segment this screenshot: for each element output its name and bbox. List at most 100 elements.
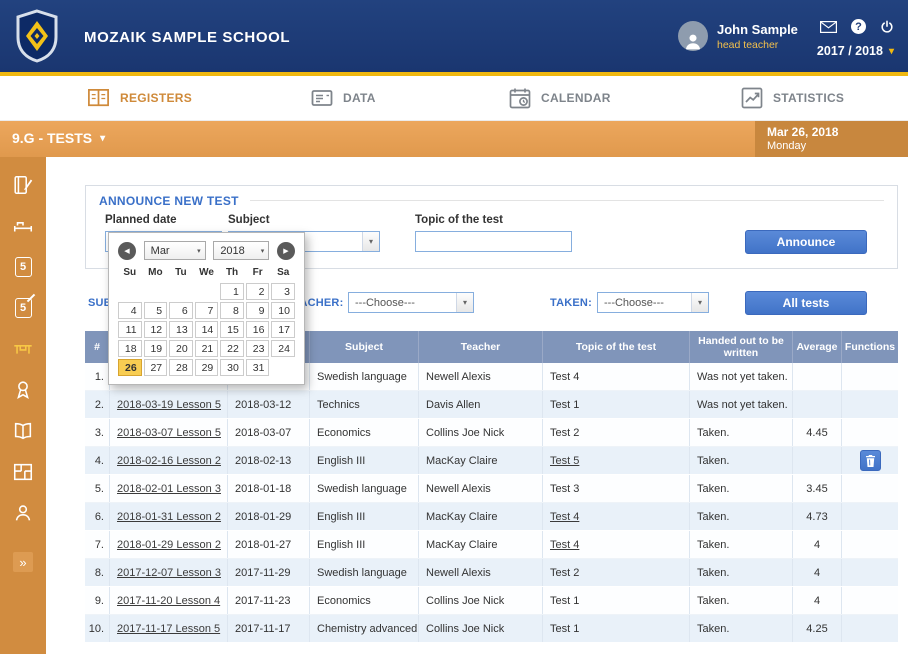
calendar-day[interactable]: 17 xyxy=(271,321,295,338)
tab-data[interactable]: DATA xyxy=(310,86,376,110)
calendar-day[interactable]: 9 xyxy=(246,302,270,319)
calendar-day[interactable]: 20 xyxy=(169,340,193,357)
subject-label: Subject xyxy=(228,214,270,226)
average-cell: 4.73 xyxy=(793,503,842,530)
prev-month-button[interactable]: ◀ xyxy=(118,242,136,260)
planned-date-link[interactable]: 2018-03-07 Lesson 5 xyxy=(117,427,221,439)
calendar-day[interactable]: 6 xyxy=(169,302,193,319)
user-box[interactable]: John Sample head teacher xyxy=(678,21,798,51)
calendar-day[interactable]: 2 xyxy=(246,283,270,300)
calendar-day[interactable]: 1 xyxy=(220,283,244,300)
calendar-week: 4 5 6 7 8 9 10 xyxy=(118,302,295,319)
shield-icon xyxy=(14,9,60,63)
planned-date-link[interactable]: 2018-01-29 Lesson 2 xyxy=(117,539,221,551)
calendar-day[interactable]: 31 xyxy=(246,359,270,376)
all-tests-button[interactable]: All tests xyxy=(745,291,867,315)
functions-cell xyxy=(842,363,898,390)
title-rule xyxy=(250,200,884,201)
topic-link[interactable]: Test 4 xyxy=(550,539,579,551)
planned-date-link[interactable]: 2018-03-19 Lesson 5 xyxy=(117,399,221,411)
calendar-day[interactable]: 4 xyxy=(118,302,142,319)
sidebar-item-certificates[interactable] xyxy=(10,378,36,402)
app-header: MOZAIK SAMPLE SCHOOL John Sample head te… xyxy=(0,0,908,72)
sidebar-item-evaluations[interactable]: 5 xyxy=(10,296,36,320)
topic-link[interactable]: Test 4 xyxy=(550,511,579,523)
teacher-cell: Davis Allen xyxy=(419,391,543,418)
journal-icon xyxy=(12,174,34,196)
filter-teacher-select[interactable]: ---Choose--- ▾ xyxy=(348,292,474,313)
average-cell: 3.45 xyxy=(793,475,842,502)
calendar-day[interactable]: 30 xyxy=(220,359,244,376)
power-icon[interactable] xyxy=(880,20,894,34)
planned-date-link[interactable]: 2018-02-01 Lesson 3 xyxy=(117,483,221,495)
calendar-day[interactable]: 13 xyxy=(169,321,193,338)
calendar-day[interactable]: 15 xyxy=(220,321,244,338)
calendar-day[interactable]: 3 xyxy=(271,283,295,300)
topic-label: Topic of the test xyxy=(415,214,503,226)
datepicker-popup: ◀ Mar ▾ 2018 ▾ ▶ Su Mo Tu We Th Fr Sa xyxy=(108,232,305,385)
topic-cell: Test 1 xyxy=(543,587,690,614)
subject-cell: English III xyxy=(310,531,419,558)
row-number: 3. xyxy=(85,419,110,446)
teacher-cell: MacKay Claire xyxy=(419,531,543,558)
delete-test-button[interactable] xyxy=(860,450,881,471)
year-select[interactable]: 2018 ▾ xyxy=(213,241,269,260)
calendar-day[interactable]: 22 xyxy=(220,340,244,357)
planned-date-link[interactable]: 2017-11-20 Lesson 4 xyxy=(117,595,220,607)
calendar-icon xyxy=(508,86,532,110)
topic-link[interactable]: Test 5 xyxy=(550,455,579,467)
tab-calendar[interactable]: CALENDAR xyxy=(508,86,611,110)
sidebar-item-register[interactable] xyxy=(10,173,36,197)
next-month-button[interactable]: ▶ xyxy=(277,242,295,260)
tab-registers[interactable]: REGISTERS xyxy=(86,86,192,109)
topic-input[interactable] xyxy=(415,231,572,252)
filter-taken-select[interactable]: ---Choose--- ▾ xyxy=(597,292,709,313)
planned-date-link[interactable]: 2018-02-16 Lesson 2 xyxy=(117,455,221,467)
chevron-down-icon: ▾ xyxy=(193,247,205,255)
calendar-day[interactable]: 12 xyxy=(144,321,168,338)
planned-date-link[interactable]: 2018-01-31 Lesson 2 xyxy=(117,511,221,523)
calendar-day[interactable]: 23 xyxy=(246,340,270,357)
tab-calendar-label: CALENDAR xyxy=(541,91,611,105)
statistics-icon xyxy=(740,86,764,110)
mozaik-app: MOZAIK SAMPLE SCHOOL John Sample head te… xyxy=(0,0,908,654)
calendar-day[interactable]: 19 xyxy=(144,340,168,357)
sidebar-item-tests[interactable] xyxy=(10,337,36,361)
calendar-day[interactable]: 18 xyxy=(118,340,142,357)
calendar-day[interactable]: 10 xyxy=(271,302,295,319)
tab-statistics[interactable]: STATISTICS xyxy=(740,86,844,110)
chevron-down-icon: ▾ xyxy=(456,293,473,312)
calendar-day[interactable]: 7 xyxy=(195,302,219,319)
announce-button[interactable]: Announce xyxy=(745,230,867,254)
topic-cell: Test 4 xyxy=(543,363,690,390)
subject-cell: English III xyxy=(310,503,419,530)
planned-date-link[interactable]: 2017-12-07 Lesson 3 xyxy=(117,567,221,579)
school-year-selector[interactable]: 2017 / 2018 ▾ xyxy=(817,44,894,58)
mail-icon[interactable] xyxy=(820,21,837,33)
teacher-cell: MacKay Claire xyxy=(419,447,543,474)
calendar-day[interactable]: 29 xyxy=(195,359,219,376)
calendar-day[interactable]: 21 xyxy=(195,340,219,357)
calendar-day[interactable]: 5 xyxy=(144,302,168,319)
class-selector[interactable]: 9.G - TESTS ▾ xyxy=(12,130,105,146)
filter-taken-label: TAKEN: xyxy=(550,297,592,309)
sidebar-item-students[interactable] xyxy=(10,501,36,525)
calendar-day[interactable]: 8 xyxy=(220,302,244,319)
planned-date-link[interactable]: 2017-11-17 Lesson 5 xyxy=(117,623,220,635)
sidebar-item-classroom[interactable] xyxy=(10,460,36,484)
sidebar-expand-button[interactable]: » xyxy=(13,552,33,572)
calendar-day-selected[interactable]: 26 xyxy=(118,359,142,376)
current-date-box: Mar 26, 2018 Monday xyxy=(755,121,908,157)
calendar-day[interactable]: 11 xyxy=(118,321,142,338)
sidebar-item-curriculum[interactable] xyxy=(10,419,36,443)
calendar-day[interactable]: 28 xyxy=(169,359,193,376)
weekday-label: Th xyxy=(220,267,244,281)
calendar-day[interactable]: 14 xyxy=(195,321,219,338)
month-select[interactable]: Mar ▾ xyxy=(144,241,206,260)
sidebar-item-grades[interactable]: 5 xyxy=(10,255,36,279)
calendar-day[interactable]: 27 xyxy=(144,359,168,376)
help-icon[interactable]: ? xyxy=(851,19,866,34)
calendar-day[interactable]: 16 xyxy=(246,321,270,338)
calendar-day[interactable]: 24 xyxy=(271,340,295,357)
sidebar-item-seating[interactable] xyxy=(10,214,36,238)
